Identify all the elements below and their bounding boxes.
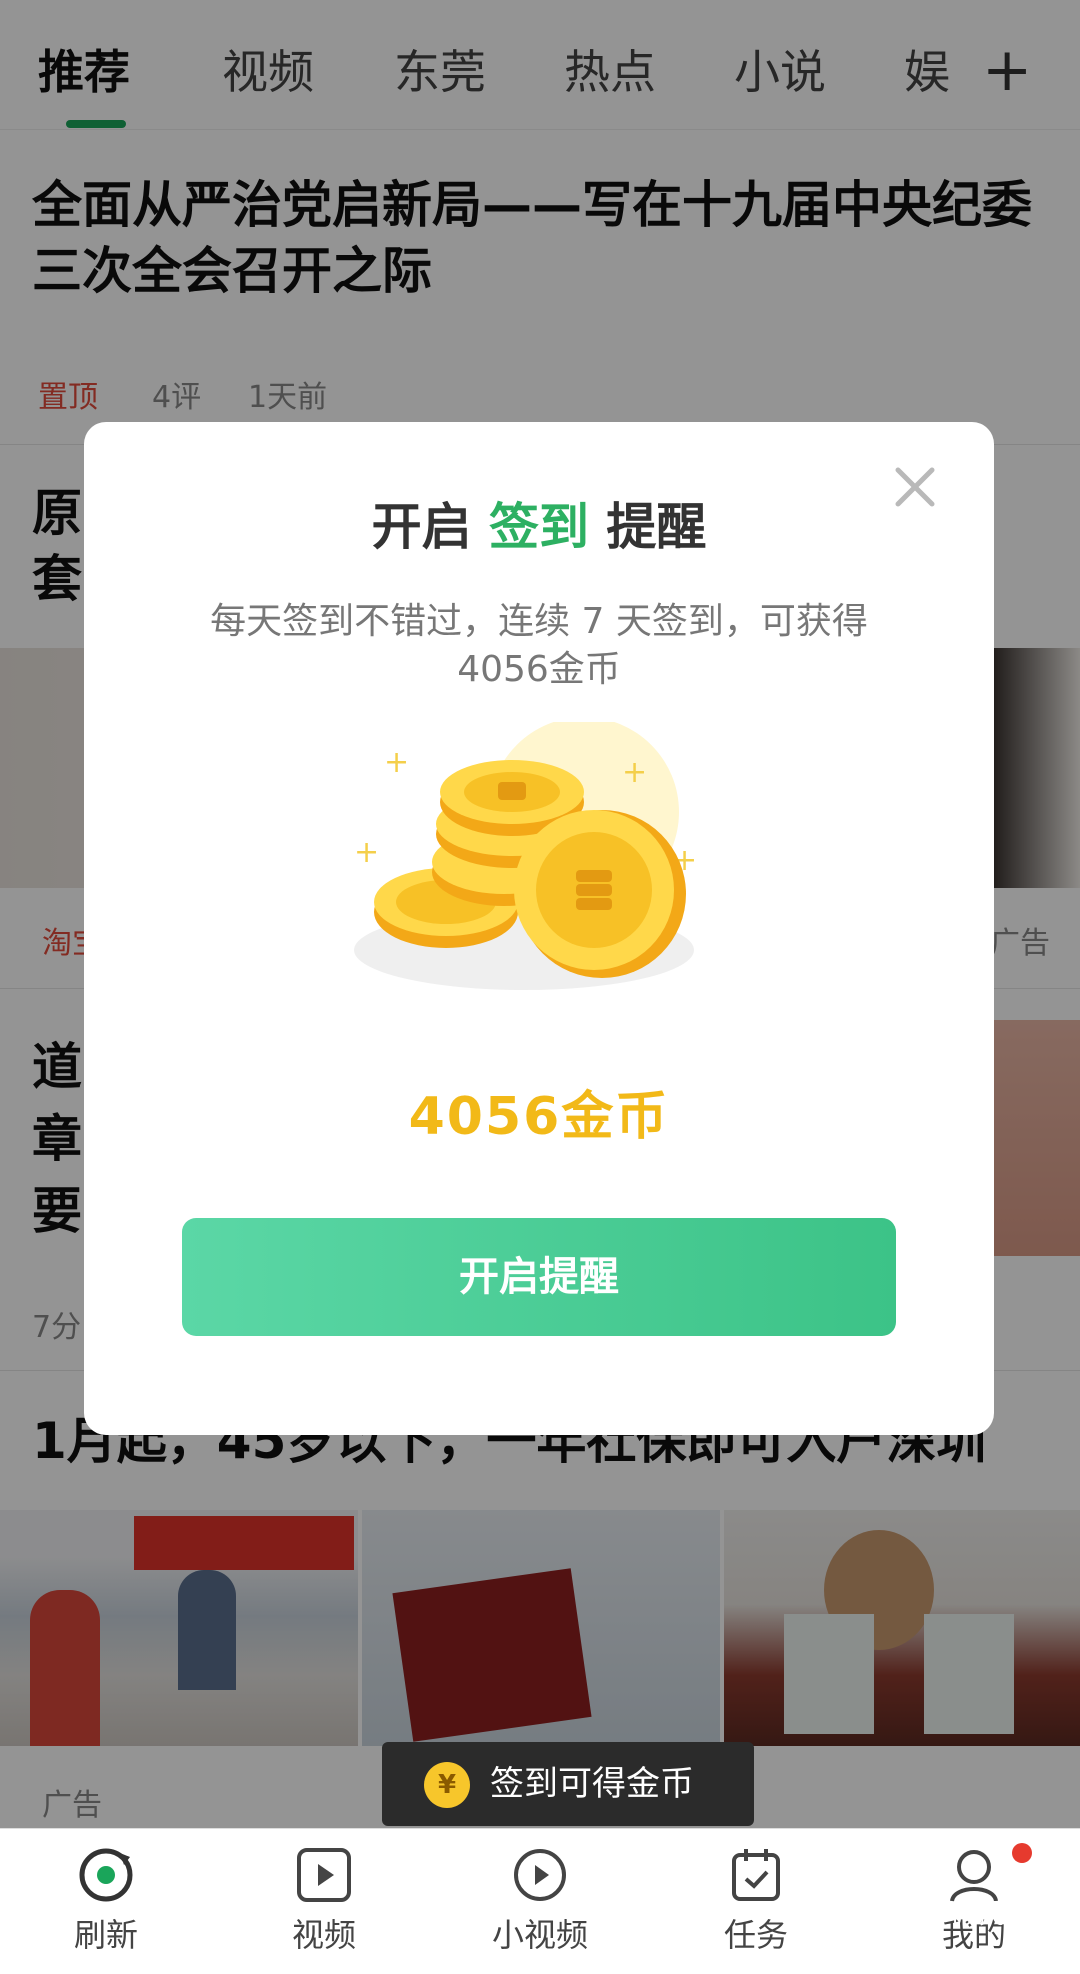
svg-text:+: + [354, 835, 379, 870]
notification-dot [1012, 1843, 1032, 1863]
watermark: 微民 [950, 1897, 1007, 1930]
title-prefix: 开启 [371, 498, 472, 556]
video-icon [297, 1848, 351, 1902]
nav-label: 小视频 [491, 1916, 588, 1954]
svg-text:+: + [622, 755, 647, 790]
sign-in-reminder-dialog: 开启 签到 提醒 每天签到不错过，连续 7 天签到，可获得4056金币 + + … [84, 422, 994, 1435]
nav-item-short-video[interactable]: 小视频 [460, 1829, 620, 1974]
nav-item-refresh[interactable]: 刷新 [26, 1829, 186, 1974]
task-calendar-icon [732, 1849, 780, 1901]
title-suffix: 提醒 [606, 498, 707, 556]
nav-label: 视频 [291, 1916, 356, 1954]
nav-item-task[interactable]: 任务 [676, 1829, 836, 1974]
nav-label: 刷新 [73, 1916, 138, 1954]
dialog-title: 开启 签到 提醒 [84, 492, 994, 562]
enable-reminder-button[interactable]: 开启提醒 [182, 1218, 896, 1336]
dialog-description: 每天签到不错过，连续 7 天签到，可获得4056金币 [210, 601, 868, 690]
short-video-icon [514, 1849, 566, 1901]
title-highlight: 签到 [489, 498, 589, 556]
bottom-navigation: 刷新 视频 小视频 任务 我的 [0, 1828, 1080, 1974]
svg-text:+: + [384, 745, 409, 780]
yuan-coin-icon: ¥ [424, 1762, 470, 1808]
toast-text: 签到可得金币 [490, 1764, 694, 1804]
coin-reward-amount: 4056金币 [408, 1087, 670, 1147]
gold-coins-icon: + + + + [354, 722, 697, 990]
sign-in-toast[interactable]: ¥ 签到可得金币 [382, 1742, 754, 1826]
nav-label: 任务 [723, 1916, 788, 1954]
refresh-icon [79, 1848, 133, 1902]
nav-item-video[interactable]: 视频 [244, 1829, 404, 1974]
